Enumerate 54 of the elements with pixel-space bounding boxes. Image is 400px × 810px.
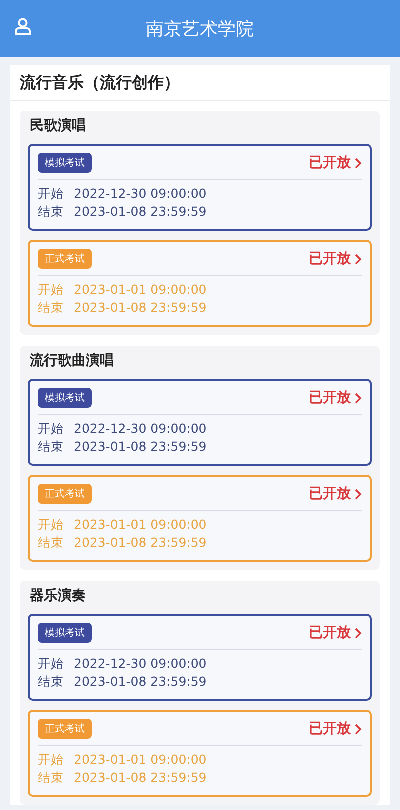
start-label: 开始 bbox=[38, 282, 64, 299]
exam-type-tag: 模拟考试 bbox=[38, 153, 92, 173]
end-time: 2023-01-08 23:59:59 bbox=[74, 204, 207, 221]
exam-card[interactable]: 模拟考试 已开放 开始 2022-12-30 09:00:00 结束 2023-01-08 23:59:59 bbox=[28, 379, 372, 466]
chevron-icon bbox=[355, 488, 362, 500]
end-label: 结束 bbox=[38, 439, 64, 456]
exam-card[interactable]: 模拟考试 已开放 开始 2022-12-30 09:00:00 结束 2023-01-08 23:59:59 bbox=[28, 144, 372, 231]
start-label: 开始 bbox=[38, 517, 64, 534]
exam-type-tag: 正式考试 bbox=[38, 484, 92, 504]
start-label: 开始 bbox=[38, 752, 64, 769]
end-time: 2023-01-08 23:59:59 bbox=[74, 674, 207, 691]
start-time: 2022-12-30 09:00:00 bbox=[74, 186, 207, 203]
start-time: 2022-12-30 09:00:00 bbox=[74, 421, 207, 438]
app-title: 南京艺术学院 bbox=[146, 18, 254, 40]
exam-type-tag: 正式考试 bbox=[38, 719, 92, 739]
end-label: 结束 bbox=[38, 300, 64, 317]
status-link[interactable]: 已开放 bbox=[309, 485, 362, 503]
start-label: 开始 bbox=[38, 656, 64, 673]
start-label: 开始 bbox=[38, 186, 64, 203]
group-title: 流行歌曲演唱 bbox=[29, 352, 115, 370]
end-time: 2023-01-08 23:59:59 bbox=[74, 439, 207, 456]
group-title: 器乐演奏 bbox=[29, 587, 87, 605]
status-link[interactable]: 已开放 bbox=[309, 250, 362, 268]
exam-card[interactable]: 正式考试 已开放 开始 2023-01-01 09:00:00 结束 2023-01-08 23:59:59 bbox=[28, 475, 372, 562]
exam-type-tag: 正式考试 bbox=[38, 249, 92, 269]
chevron-icon bbox=[355, 392, 362, 404]
exam-card[interactable]: 正式考试 已开放 开始 2023-01-01 09:00:00 结束 2023-01-08 23:59:59 bbox=[28, 240, 372, 327]
start-time: 2022-12-30 09:00:00 bbox=[74, 656, 207, 673]
end-label: 结束 bbox=[38, 535, 64, 552]
chevron-icon bbox=[355, 724, 362, 734]
end-time: 2023-01-08 23:59:59 bbox=[74, 535, 207, 552]
user-icon[interactable] bbox=[14, 18, 32, 35]
status-link[interactable]: 已开放 bbox=[309, 624, 362, 642]
end-label: 结束 bbox=[38, 674, 64, 691]
start-time: 2023-01-01 09:00:00 bbox=[74, 282, 207, 299]
start-time: 2023-01-01 09:00:00 bbox=[74, 517, 207, 534]
end-time: 2023-01-08 23:59:59 bbox=[74, 300, 207, 317]
chevron-icon bbox=[355, 254, 362, 264]
exam-card[interactable]: 正式考试 已开放 开始 2023-01-01 09:00:00 结束 2023-01-08 23:59:59 bbox=[28, 710, 372, 797]
start-time: 2023-01-01 09:00:00 bbox=[74, 752, 207, 769]
exam-card[interactable]: 模拟考试 已开放 开始 2022-12-30 09:00:00 结束 2023-01-08 23:59:59 bbox=[28, 614, 372, 701]
exam-type-tag: 模拟考试 bbox=[38, 623, 92, 643]
end-label: 结束 bbox=[38, 770, 64, 787]
status-link[interactable]: 已开放 bbox=[309, 389, 362, 407]
group-title: 民歌演唱 bbox=[29, 117, 87, 135]
start-label: 开始 bbox=[38, 421, 64, 438]
end-label: 结束 bbox=[38, 204, 64, 221]
exam-type-tag: 模拟考试 bbox=[38, 388, 92, 408]
section-title: 流行音乐（流行创作） bbox=[10, 65, 390, 101]
status-link[interactable]: 已开放 bbox=[309, 720, 362, 738]
status-link[interactable]: 已开放 bbox=[309, 154, 362, 172]
chevron-icon bbox=[355, 628, 362, 638]
chevron-icon bbox=[355, 158, 362, 168]
end-time: 2023-01-08 23:59:59 bbox=[74, 770, 207, 787]
